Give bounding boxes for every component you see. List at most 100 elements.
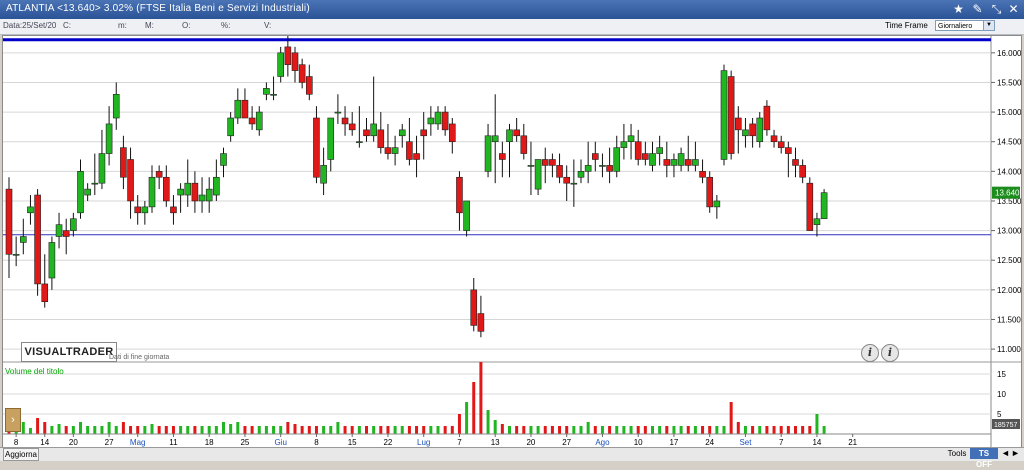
candle-body [120, 147, 127, 178]
volume-bar [157, 426, 161, 434]
volume-bar [586, 422, 590, 434]
volume-bar [486, 410, 490, 434]
candle-body [534, 159, 542, 190]
volume-bar [693, 426, 697, 434]
price-volume-chart[interactable]: 16.00015.50015.00014.50014.00013.50013.0… [3, 36, 1021, 448]
volume-bar [722, 426, 726, 434]
scroll-left-icon[interactable]: ◄ [1001, 448, 1010, 458]
candle-body [792, 159, 799, 166]
expand-icon[interactable]: ⤡ [989, 2, 1004, 17]
chart-area[interactable]: 16.000 15.500 15.000 14.500 14.000 13.500 13.0… [2, 35, 1022, 449]
date-readout: Data:25/Set/20 [3, 21, 57, 30]
volume-bar [636, 426, 640, 434]
candle-body [799, 165, 806, 178]
visualtrader-logo: VISUALTRADER [21, 342, 117, 362]
volume-bar [500, 424, 504, 434]
refresh-button[interactable]: Aggiorna [3, 448, 39, 461]
price-tick-label: 14.500 [997, 138, 1021, 147]
volume-bar [57, 424, 61, 434]
price-tick-label: 15.000 [997, 108, 1021, 117]
volume-bar [236, 422, 240, 434]
volume-bar [443, 426, 447, 434]
candle-body [320, 165, 327, 184]
tools-button[interactable]: Tools [945, 448, 969, 459]
candle-body [513, 129, 520, 137]
volume-bar [200, 426, 204, 434]
candle-body [692, 159, 699, 166]
candle-body [291, 52, 299, 71]
volume-bar [136, 426, 140, 434]
candle-body [34, 194, 41, 285]
volume-bar [143, 426, 147, 434]
volume-bar [822, 426, 826, 434]
x-tick-label: 7 [779, 438, 784, 447]
volume-bar [429, 426, 433, 434]
candle-body [448, 123, 456, 143]
candle-body [734, 117, 742, 131]
panel-toggle-button[interactable]: › [5, 408, 21, 432]
x-tick-label: Ago [595, 438, 610, 447]
volume-bar [708, 426, 712, 434]
chevron-down-icon[interactable]: ▼ [983, 21, 994, 30]
ts-off-button[interactable]: TS OFF [970, 448, 998, 469]
x-tick-label: Giu [274, 438, 286, 447]
candle-body [491, 135, 499, 143]
time-frame-label: Time Frame [885, 21, 928, 30]
price-tick-label: 16.000 [997, 49, 1021, 58]
volume-bar [786, 426, 790, 434]
volume-bar [257, 426, 261, 434]
volume-bar [515, 426, 519, 434]
volume-bar [86, 426, 90, 434]
candle-body [420, 129, 428, 137]
volume-bar [422, 426, 426, 434]
candle-body [720, 70, 728, 160]
candle-body [148, 176, 156, 208]
volume-bar [379, 426, 383, 434]
x-tick-label: 10 [634, 438, 643, 447]
candle-body [520, 135, 528, 154]
candle-body [334, 111, 342, 114]
title-bar: ATLANTIA <13.640> 3.02% (FTSE Italia Ben… [0, 0, 1024, 19]
volume-bar [801, 426, 805, 434]
candle-body [70, 218, 77, 231]
pct-readout: %: [221, 21, 231, 30]
volume-bar [643, 426, 647, 434]
price-tick-label: 11.500 [997, 315, 1021, 324]
candle-body [684, 159, 692, 166]
scroll-right-icon[interactable]: ► [1011, 448, 1020, 458]
volume-bar [107, 422, 111, 434]
bottom-bar: Aggiorna Tools TS OFF ◄ ► [0, 447, 1024, 469]
close-icon[interactable]: ✕ [1006, 2, 1021, 17]
info-icon[interactable]: i [861, 344, 879, 362]
volume-bar [322, 426, 326, 434]
volume-bar [436, 426, 440, 434]
volume-bar [543, 426, 547, 434]
x-tick-label: 20 [526, 438, 535, 447]
x-tick-label: 17 [669, 438, 678, 447]
candle-body [19, 236, 27, 243]
info-detail-icon[interactable]: i [881, 344, 899, 362]
candle-body [55, 224, 63, 237]
time-frame-select[interactable]: Giornaliero ▼ [935, 20, 995, 31]
candle-body [541, 159, 549, 166]
volume-bar [565, 426, 569, 434]
pen-icon[interactable]: ✎ [970, 2, 985, 17]
volume-bar [658, 426, 662, 434]
volume-bar [214, 426, 218, 434]
volume-tick-label: 15 [997, 370, 1006, 379]
candle-body [91, 182, 99, 185]
last-price-tag: 13.640 [995, 189, 1020, 198]
volume-bar [293, 424, 297, 434]
volume-tag: 185757 [994, 422, 1017, 429]
volume-bar [794, 426, 797, 434]
candle-body [277, 52, 285, 77]
candle-body [348, 123, 356, 131]
candle-body [298, 64, 306, 83]
star-icon[interactable]: ★ [951, 2, 966, 17]
candle-body [220, 153, 227, 166]
candle-body [549, 159, 556, 166]
candle-body [184, 182, 192, 196]
candle-body [98, 153, 106, 184]
volume-bar [243, 426, 247, 434]
candle-body [327, 117, 335, 160]
